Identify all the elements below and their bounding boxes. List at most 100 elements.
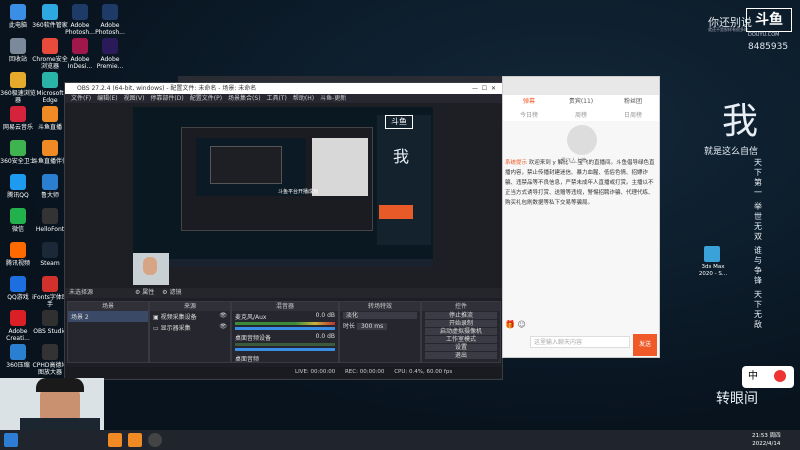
mixer-channel: 麦克风/Aux 0.0 dB	[232, 311, 338, 322]
control-button[interactable]: 工作室模式	[425, 336, 497, 343]
menu-item[interactable]: 场景集合(S)	[228, 95, 261, 102]
eye-icon[interactable]: 👁	[219, 323, 227, 330]
volume-slider[interactable]	[235, 348, 335, 351]
scenes-header: 场景	[68, 302, 148, 311]
properties-label: 属性	[142, 289, 155, 296]
overlay-line1: 就是这么自信	[704, 147, 759, 157]
douyu-subtab[interactable]: 日周榜	[607, 109, 659, 121]
scene-item[interactable]: 场景 2	[68, 311, 148, 322]
sources-dock: 来源 ▣ 视频采集设备 👁 ▭ 显示器采集 👁	[149, 301, 231, 363]
taskbar-obs-icon[interactable]	[148, 433, 162, 447]
duration-label: 时长	[343, 323, 356, 330]
send-button[interactable]: 发送	[633, 334, 657, 356]
transition-select[interactable]: 淡化	[343, 312, 417, 319]
preview-webcam	[133, 253, 169, 285]
overlay-col1: 天下第一	[754, 158, 762, 197]
chat-input[interactable]: 这里输入聊天内容	[530, 336, 630, 348]
menu-item[interactable]: 斗鱼-更新	[320, 95, 346, 102]
chat-toolbar: 🎁 ☺	[505, 320, 655, 330]
window-controls[interactable]: — ☐ ✕	[472, 83, 496, 94]
douyu-tab[interactable]: 粉丝团	[607, 95, 659, 109]
app-icon	[10, 106, 26, 122]
channel-name: 桌面音频设备	[235, 335, 272, 342]
scenes-dock: 场景 场景 2	[67, 301, 149, 363]
start-icon[interactable]	[4, 433, 18, 447]
douyu-tab[interactable]: 弹幕	[503, 95, 555, 109]
menu-item[interactable]: 配置文件(P)	[190, 95, 222, 102]
app-icon	[102, 4, 118, 20]
douyu-subtab[interactable]: 周榜	[555, 109, 607, 121]
taskbar-douyu-icon[interactable]	[108, 433, 122, 447]
control-button[interactable]: 开始录制	[425, 320, 497, 327]
duration-input[interactable]: 300 ms	[356, 323, 388, 330]
app-icon	[10, 242, 26, 258]
channel-db: 0.0 dB	[315, 312, 335, 319]
eye-icon[interactable]: 👁	[219, 312, 227, 319]
douyu-tabs: 弹幕 贵宾(11) 粉丝团	[503, 95, 659, 109]
app-icon	[42, 4, 58, 20]
menu-item[interactable]: 工具(T)	[267, 95, 287, 102]
app-icon	[42, 106, 58, 122]
desktop-icon[interactable]: Adobe Photosh...	[90, 4, 130, 36]
menu-item[interactable]: 编辑(E)	[97, 95, 117, 102]
control-button[interactable]: 设置	[425, 344, 497, 351]
transitions-header: 转场特效	[340, 302, 420, 311]
3dsmax-icon[interactable]	[704, 246, 720, 262]
chat-message: 欢迎来到 y 解比 — 宝飞的直播间。斗鱼倡导绿色直播内容，禁止传播封建迷信、暴…	[505, 160, 655, 206]
channel-name: 麦克风/Aux	[235, 314, 267, 321]
obs-menubar: 文件(F) 编辑(E) 视图(V) 停靠部件(D) 配置文件(P) 场景集合(S) 工具(T…	[65, 94, 502, 103]
taskbar: 21:53 周四 2022/4/14	[0, 430, 800, 450]
obs-titlebar[interactable]: OBS 27.2.4 (64-bit, windows) - 配置文件: 未命名…	[65, 83, 502, 94]
clock[interactable]: 21:53 周四 2022/4/14	[752, 432, 781, 448]
volume-meter	[235, 322, 335, 325]
chat-area: 系统提示 欢迎来到 y 解比 — 宝飞的直播间。斗鱼倡导绿色直播内容，禁止传播封…	[505, 158, 655, 258]
app-icon	[42, 140, 58, 156]
obs-window[interactable]: OBS 27.2.4 (64-bit, windows) - 配置文件: 未命名…	[64, 82, 503, 380]
control-button[interactable]: 停止推流	[425, 312, 497, 319]
menu-item[interactable]: 文件(F)	[71, 95, 91, 102]
douyu-topbar	[503, 77, 659, 95]
channel-name: 桌面音频	[235, 356, 260, 363]
app-icon	[10, 174, 26, 190]
overlay-bottom-text: 转眼间	[716, 391, 758, 407]
app-icon	[42, 208, 58, 224]
preview-face	[143, 257, 157, 275]
cpu-stats: CPU: 0.4%, 60.00 fps	[394, 369, 453, 375]
control-button[interactable]: 退出	[425, 352, 497, 359]
control-button[interactable]: 启动虚拟摄像机	[425, 328, 497, 335]
app-icon	[10, 4, 26, 20]
volume-slider[interactable]	[235, 327, 335, 330]
overlay-subtitle: 就还不是那样有很多的	[708, 27, 748, 32]
app-icon	[10, 38, 26, 54]
streamer-shirt	[20, 418, 100, 430]
obs-title: OBS 27.2.4 (64-bit, windows) - 配置文件: 未命名…	[77, 85, 257, 92]
app-icon	[42, 344, 58, 360]
app-icon	[72, 38, 88, 54]
source-item[interactable]: ▭ 显示器采集 👁	[150, 322, 230, 333]
menu-item[interactable]: 视图(V)	[124, 95, 145, 102]
desktop-icon[interactable]: Adobe Premie...	[90, 38, 130, 70]
live-time: LIVE: 00:00:00	[295, 369, 336, 375]
menu-item[interactable]: 停靠部件(D)	[150, 95, 183, 102]
filters-label: 滤镜	[169, 289, 182, 296]
douyu-subtabs: 今日榜 周榜 日周榜	[503, 109, 659, 121]
rec-time: REC: 00:00:00	[344, 369, 385, 375]
filters-button[interactable]: ⚙ 滤镜	[162, 289, 181, 296]
emoji-icon[interactable]: ☺	[518, 320, 526, 329]
properties-button[interactable]: ⚙ 属性	[135, 289, 154, 296]
douyu-subtab[interactable]: 今日榜	[503, 109, 555, 121]
app-icon	[10, 310, 26, 326]
obs-preview[interactable]: 斗鱼平台开播成功 我 斗鱼	[133, 107, 433, 267]
menu-item[interactable]: 帮助(H)	[293, 95, 314, 102]
taskbar-douyu-helper-icon[interactable]	[128, 433, 142, 447]
no-source-label: 未选择源	[69, 289, 94, 296]
app-icon	[10, 276, 26, 292]
source-item[interactable]: ▣ 视频采集设备 👁	[150, 311, 230, 322]
app-icon	[72, 4, 88, 20]
douyu-tab[interactable]: 贵宾(11)	[555, 95, 607, 109]
3dsmax-label: 3ds Max 2020 - S...	[698, 264, 728, 277]
gift-icon[interactable]: 🎁	[505, 320, 515, 329]
sticker-avatar-icon	[774, 370, 786, 382]
sources-header: 来源	[150, 302, 230, 311]
source-toolbar: 未选择源 ⚙ 属性 ⚙ 滤镜	[65, 288, 502, 298]
